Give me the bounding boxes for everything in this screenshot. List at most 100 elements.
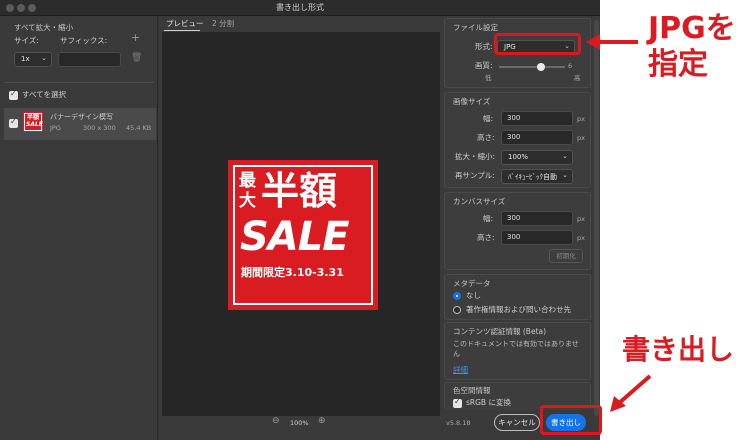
- select-all-checkbox[interactable]: ✓: [9, 89, 18, 100]
- divider: [4, 82, 154, 83]
- zoom-in-icon[interactable]: ⊕: [318, 416, 326, 426]
- srgb-checkbox[interactable]: ✓: [453, 397, 462, 408]
- tab-two-up[interactable]: 2 分割: [212, 19, 234, 29]
- quality-slider-thumb[interactable]: [537, 63, 546, 71]
- banner-red-fill: 最 大 半額 SALE 期間限定3.10-3.31: [235, 167, 371, 303]
- metadata-copyright-label: 著作権情報および問い合わせ先: [466, 305, 571, 314]
- canvas-height-input[interactable]: 300: [501, 230, 573, 245]
- metadata-title: メタデータ: [453, 279, 491, 288]
- scale-label: 拡大・縮小:: [455, 152, 496, 161]
- quality-high-label: 高: [574, 74, 581, 82]
- scale-all-title: すべて拡大・縮小: [14, 23, 74, 32]
- settings-panel: ファイル設定 形式: JPG ⌄ 画質: 6 低 高 画像サイズ 幅: 300 …: [444, 16, 600, 440]
- annotation-jpg-line2: 指定: [648, 47, 708, 82]
- export-highlight-box: [540, 405, 602, 435]
- check-icon: ✓: [10, 117, 17, 126]
- resample-label: 再サンプル:: [455, 171, 495, 180]
- metadata-none-radio[interactable]: [453, 292, 461, 300]
- quality-label: 画質:: [475, 61, 493, 70]
- banner-text-hangaku: 半額: [261, 169, 338, 213]
- image-width-unit: px: [577, 115, 585, 123]
- asset-checkbox[interactable]: ✓: [9, 117, 18, 128]
- canvas-width-input[interactable]: 300: [501, 211, 573, 226]
- image-width-input[interactable]: 300: [501, 111, 573, 126]
- metadata-copyright-radio[interactable]: [453, 306, 461, 314]
- preview-canvas[interactable]: 最 大 半額 SALE 期間限定3.10-3.31: [162, 32, 440, 416]
- details-link[interactable]: 詳細: [453, 365, 468, 375]
- scale-percent-select[interactable]: 100% ⌄: [501, 150, 573, 165]
- plus-icon[interactable]: +: [131, 32, 140, 43]
- content-credentials-section: コンテンツ認証情報 (Beta) このドキュメントでは有効ではありませ ん 詳細: [444, 322, 591, 380]
- left-panel: すべて拡大・縮小 サイズ: サフィックス: + 1x ⌄ 🗑 ✓ すべてを選択 …: [0, 16, 158, 440]
- asset-name: バナーデザイン模写: [50, 113, 113, 121]
- banner-text-dai: 大: [239, 191, 256, 211]
- scale-value: 1x: [21, 55, 30, 63]
- metadata-section: メタデータ なし 著作権情報および問い合わせ先: [444, 274, 591, 320]
- format-highlight-box: [494, 33, 581, 55]
- resample-value: ﾊﾞｲｷｭｰﾋﾞｯｸ自動: [508, 173, 557, 181]
- image-height-label: 高さ:: [477, 133, 495, 142]
- canvas-height-unit: px: [577, 234, 585, 242]
- window-title: 書き出し形式: [276, 3, 324, 12]
- active-tab-underline: [164, 30, 200, 31]
- preview-area: プレビュー 2 分割 最 大 半額 SALE 期間限定3.10-3.31 ⊖ 1…: [160, 16, 442, 440]
- asset-dimensions: 300 x 300: [83, 124, 116, 132]
- asset-filesize: 45.4 KB: [126, 124, 152, 132]
- content-credentials-title: コンテンツ認証情報 (Beta): [453, 327, 547, 336]
- check-icon: ✓: [454, 397, 461, 406]
- check-icon: ✓: [10, 89, 17, 98]
- scale-percent-value: 100%: [508, 153, 529, 161]
- settings-scrollbar[interactable]: [594, 20, 599, 416]
- quality-low-label: 低: [485, 74, 492, 82]
- banner-text-sale: SALE: [240, 214, 350, 260]
- tab-preview[interactable]: プレビュー: [166, 19, 204, 29]
- image-height-unit: px: [577, 134, 585, 142]
- resample-select[interactable]: ﾊﾞｲｷｭｰﾋﾞｯｸ自動 ⌄: [501, 169, 573, 184]
- banner-preview-image: 最 大 半額 SALE 期間限定3.10-3.31: [228, 160, 378, 310]
- select-all-label: すべてを選択: [22, 90, 67, 99]
- banner-text-sai: 最: [239, 171, 256, 191]
- zoom-out-icon[interactable]: ⊖: [272, 416, 280, 426]
- image-width-label: 幅:: [483, 114, 494, 123]
- chevron-down-icon: ⌄: [41, 54, 47, 62]
- canvas-size-section: カンバスサイズ 幅: 300 px 高さ: 300 px 初期化: [444, 192, 591, 270]
- quality-slider-track[interactable]: [499, 63, 565, 71]
- metadata-none-label: なし: [466, 291, 481, 300]
- annotation-jpg-line1: JPGを: [648, 11, 736, 46]
- quality-value: 6: [568, 62, 573, 70]
- srgb-label: sRGB に変換: [466, 398, 511, 407]
- suffix-label: サフィックス:: [60, 36, 108, 45]
- export-arrow: [610, 374, 652, 412]
- color-space-title: 色空間情報: [453, 386, 491, 395]
- annotation-export: 書き出し: [622, 333, 735, 366]
- canvas-height-label: 高さ:: [477, 233, 495, 242]
- trash-icon[interactable]: 🗑: [131, 53, 142, 63]
- thumb-text-bottom: SALE: [26, 121, 43, 128]
- scale-select[interactable]: 1x ⌄: [14, 52, 52, 67]
- zoom-level: 100%: [290, 419, 309, 427]
- asset-format: JPG: [50, 124, 61, 132]
- canvas-size-title: カンバスサイズ: [453, 197, 506, 206]
- cancel-button[interactable]: キャンセル: [494, 414, 540, 431]
- format-label: 形式:: [475, 42, 493, 51]
- content-credentials-text-1: このドキュメントでは有効ではありませ: [453, 340, 579, 348]
- asset-row[interactable]: ✓ 半額 SALE バナーデザイン模写 JPG 300 x 300 45.4 K…: [4, 108, 156, 140]
- canvas-width-label: 幅:: [483, 214, 494, 223]
- asset-thumbnail: 半額 SALE: [23, 112, 43, 132]
- banner-text-period: 期間限定3.10-3.31: [241, 266, 344, 279]
- chevron-down-icon: ⌄: [562, 152, 568, 160]
- chevron-down-icon: ⌄: [562, 171, 568, 179]
- content-credentials-text-2: ん: [453, 350, 460, 358]
- reset-button[interactable]: 初期化: [549, 249, 583, 263]
- export-as-dialog: 書き出し形式 すべて拡大・縮小 サイズ: サフィックス: + 1x ⌄ 🗑 ✓ …: [0, 0, 600, 440]
- image-height-input[interactable]: 300: [501, 130, 573, 145]
- image-size-title: 画像サイズ: [453, 97, 491, 106]
- suffix-input[interactable]: [58, 52, 121, 67]
- format-arrow: [586, 34, 638, 50]
- file-settings-title: ファイル設定: [453, 23, 498, 32]
- title-bar: 書き出し形式: [0, 0, 600, 16]
- version-label: v5.8.18: [446, 419, 471, 427]
- image-size-section: 画像サイズ 幅: 300 px 高さ: 300 px 拡大・縮小: 100% ⌄…: [444, 92, 591, 188]
- canvas-width-unit: px: [577, 215, 585, 223]
- size-label: サイズ:: [14, 36, 39, 45]
